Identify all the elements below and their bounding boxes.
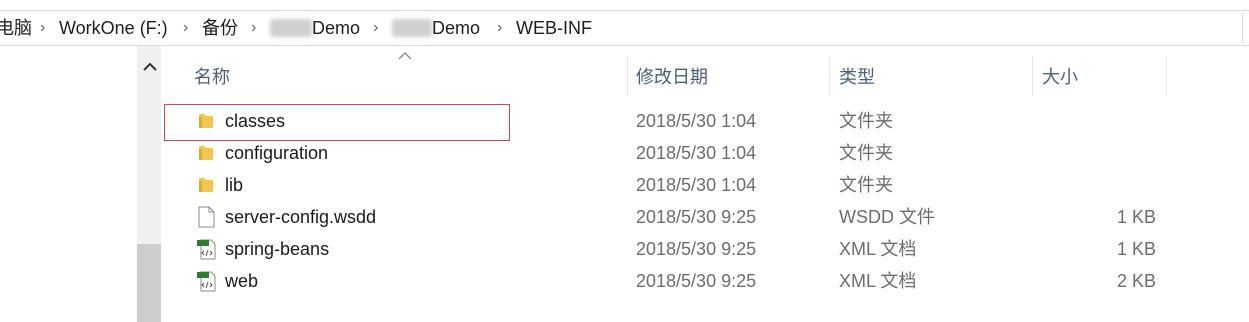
column-header-date[interactable]: 修改日期	[636, 66, 708, 88]
scroll-up-icon[interactable]	[141, 58, 159, 78]
breadcrumb-item-computer[interactable]: 电脑	[0, 17, 32, 39]
file-size: 1 KB	[1116, 239, 1156, 259]
file-icon	[197, 206, 215, 228]
chevron-right-icon[interactable]: ›	[183, 17, 188, 39]
chevron-right-icon[interactable]: ›	[497, 17, 502, 39]
sort-ascending-icon	[398, 52, 412, 62]
file-size: 1 KB	[1116, 207, 1156, 227]
file-type: 文件夹	[839, 111, 893, 131]
xml-file-icon	[197, 270, 216, 292]
file-date: 2018/5/30 1:04	[636, 143, 757, 163]
column-divider[interactable]	[829, 56, 830, 96]
column-header-size[interactable]: 大小	[1042, 66, 1078, 88]
file-row[interactable]: lib 2018/5/30 1:04 文件夹	[163, 168, 1168, 200]
file-type: WSDD 文件	[839, 207, 935, 227]
chevron-right-icon[interactable]: ›	[251, 17, 256, 39]
file-date: 2018/5/30 1:04	[636, 175, 757, 195]
folder-icon	[197, 142, 215, 162]
file-row[interactable]: server-config.wsdd 2018/5/30 9:25 WSDD 文…	[163, 200, 1168, 232]
xml-file-icon	[197, 238, 216, 260]
chevron-right-icon[interactable]: ›	[373, 17, 378, 39]
chevron-right-icon[interactable]: ›	[40, 17, 45, 39]
file-name[interactable]: configuration	[225, 142, 328, 164]
column-divider[interactable]	[1032, 56, 1033, 96]
file-type: 文件夹	[839, 143, 893, 163]
breadcrumb-item-backup[interactable]: 备份	[202, 17, 238, 39]
file-name[interactable]: spring-beans	[225, 238, 329, 260]
file-name[interactable]: server-config.wsdd	[225, 206, 376, 228]
address-bar[interactable]: 电脑 › WorkOne (F:) › 备份 › Demo › Demo › W…	[0, 10, 1249, 46]
file-type: XML 文档	[839, 239, 917, 259]
folder-icon	[197, 174, 215, 194]
breadcrumb-item-current[interactable]: WEB-INF	[516, 17, 592, 39]
file-type: XML 文档	[839, 271, 917, 291]
file-size: 2 KB	[1116, 271, 1156, 291]
file-row[interactable]: web 2018/5/30 9:25 XML 文档 2 KB	[163, 264, 1168, 296]
redacted-text	[270, 19, 312, 37]
file-date: 2018/5/30 9:25	[636, 271, 757, 291]
breadcrumb-item-subproject[interactable]: Demo	[432, 17, 480, 39]
address-bar-edge	[1242, 13, 1243, 43]
annotation-highlight-box	[164, 104, 510, 141]
breadcrumb-item-project[interactable]: Demo	[312, 17, 360, 39]
file-type: 文件夹	[839, 175, 893, 195]
file-row[interactable]: spring-beans 2018/5/30 9:25 XML 文档 1 KB	[163, 232, 1168, 264]
column-divider[interactable]	[627, 56, 628, 96]
column-header-type[interactable]: 类型	[839, 66, 875, 88]
file-date: 2018/5/30 9:25	[636, 239, 757, 259]
scrollbar-thumb[interactable]	[137, 244, 161, 322]
column-header-name[interactable]: 名称	[194, 66, 230, 88]
column-divider[interactable]	[1166, 56, 1167, 96]
breadcrumb-item-drive[interactable]: WorkOne (F:)	[59, 17, 168, 39]
redacted-text	[392, 19, 432, 37]
file-name[interactable]: lib	[225, 174, 243, 196]
file-name[interactable]: web	[225, 270, 258, 292]
file-date: 2018/5/30 9:25	[636, 207, 757, 227]
file-date: 2018/5/30 1:04	[636, 111, 757, 131]
